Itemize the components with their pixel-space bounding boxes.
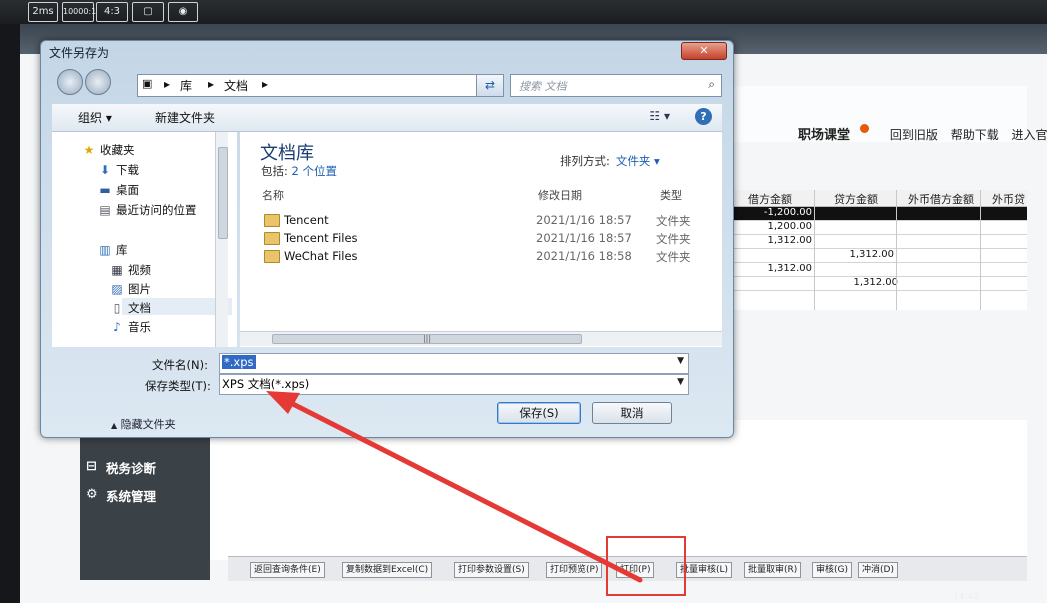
- annotation-arrow: [266, 391, 643, 583]
